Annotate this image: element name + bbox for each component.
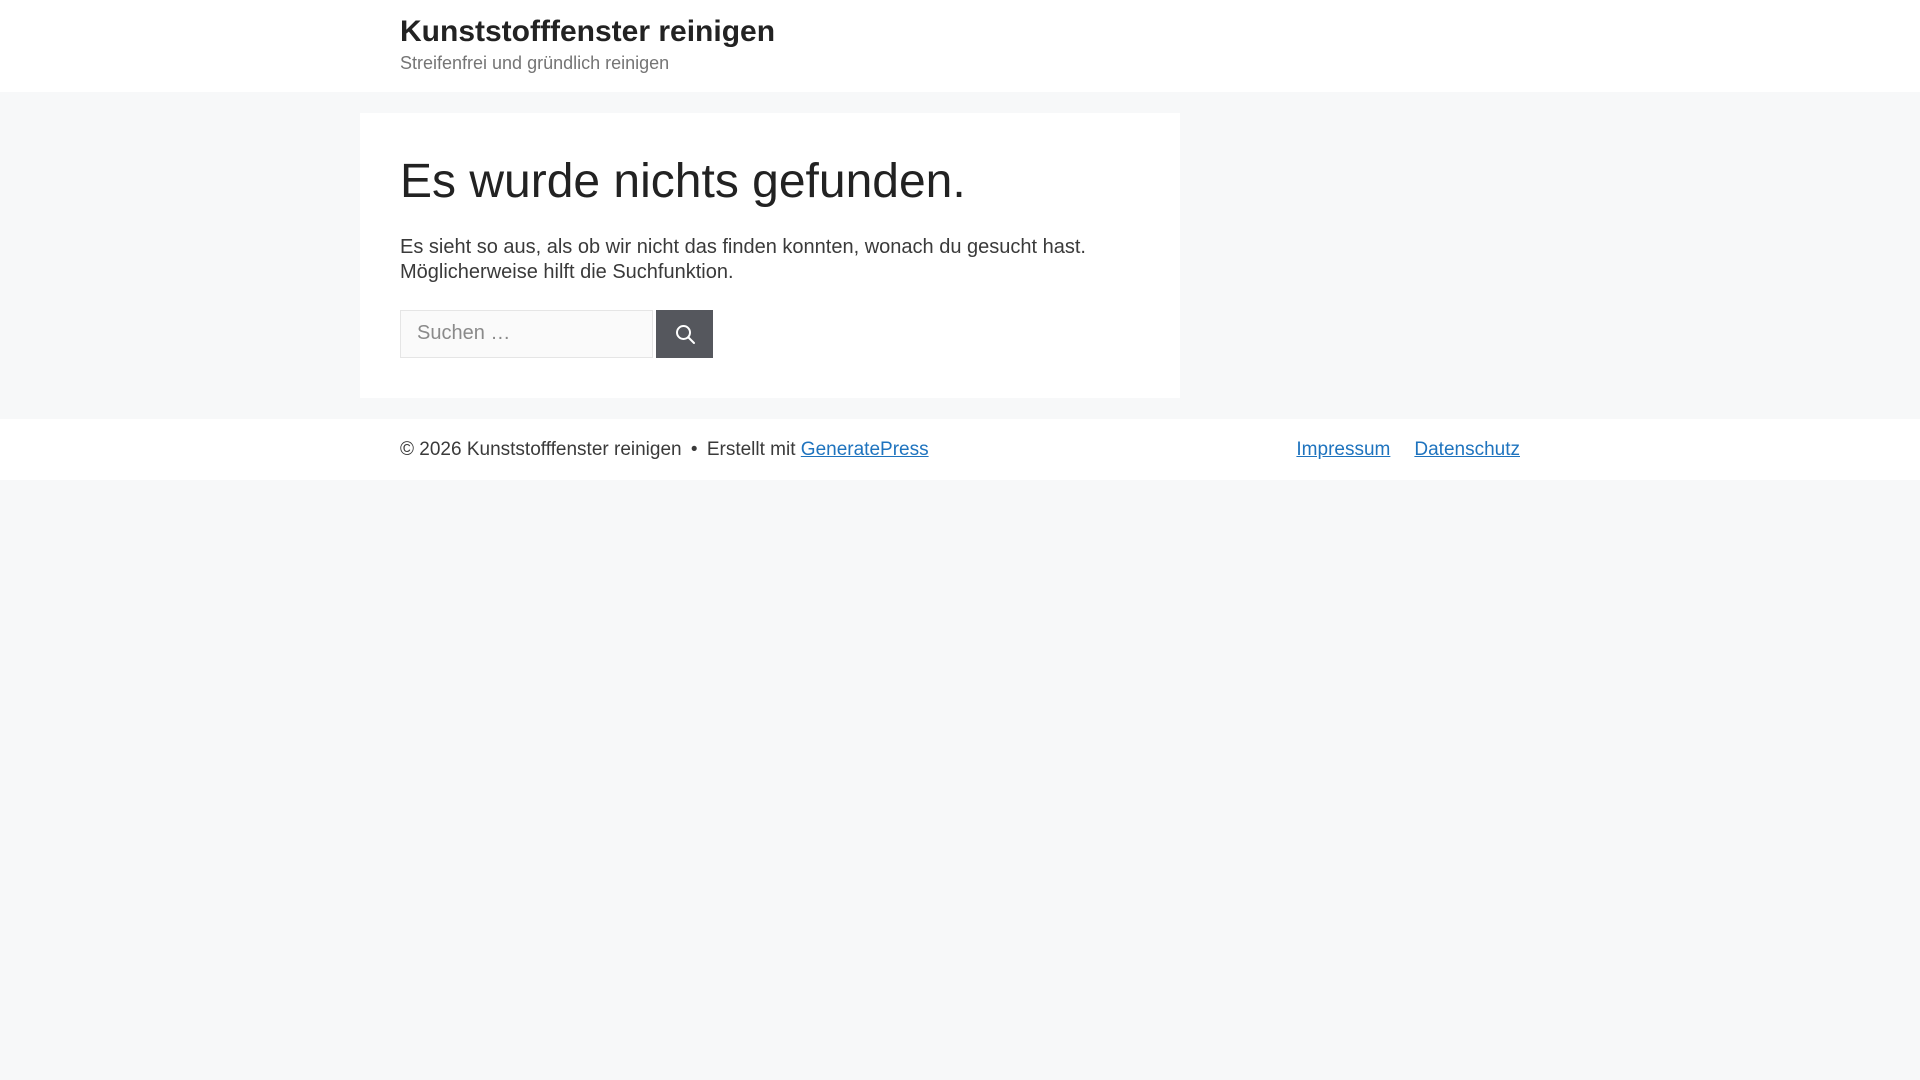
site-title-link[interactable]: Kunststofffenster reinigen [400, 14, 775, 50]
search-input[interactable] [400, 309, 653, 358]
site-footer: © 2026 Kunststofffenster reinigen • Erst… [0, 418, 1920, 480]
site-tagline: Streifenfrei und gründlich reinigen [400, 53, 670, 73]
credit-prefix: Erstellt mit [706, 438, 796, 460]
footer-nav: Impressum Datenschutz [1296, 439, 1520, 460]
not-found-message: Es sieht so aus, als ob wir nicht das fi… [400, 235, 1086, 284]
copyright-text: © 2026 Kunststofffenster reinigen [400, 438, 682, 460]
footer-separator: • [690, 438, 698, 460]
footer-link-datenschutz[interactable]: Datenschutz [1414, 439, 1520, 460]
generatepress-link[interactable]: GeneratePress [801, 439, 929, 460]
not-found-card: Es wurde nichts gefunden. Es sieht so au… [360, 113, 1180, 398]
search-icon [673, 322, 697, 346]
search-button[interactable] [656, 309, 713, 358]
footer-copyright: © 2026 Kunststofffenster reinigen • Erst… [400, 439, 929, 460]
site-header: Kunststofffenster reinigen Streifenfrei … [0, 0, 1920, 92]
page-title: Es wurde nichts gefunden. [400, 155, 966, 208]
search-form [400, 309, 1140, 358]
footer-link-impressum[interactable]: Impressum [1296, 439, 1390, 460]
content-area: Es wurde nichts gefunden. Es sieht so au… [0, 92, 1920, 419]
